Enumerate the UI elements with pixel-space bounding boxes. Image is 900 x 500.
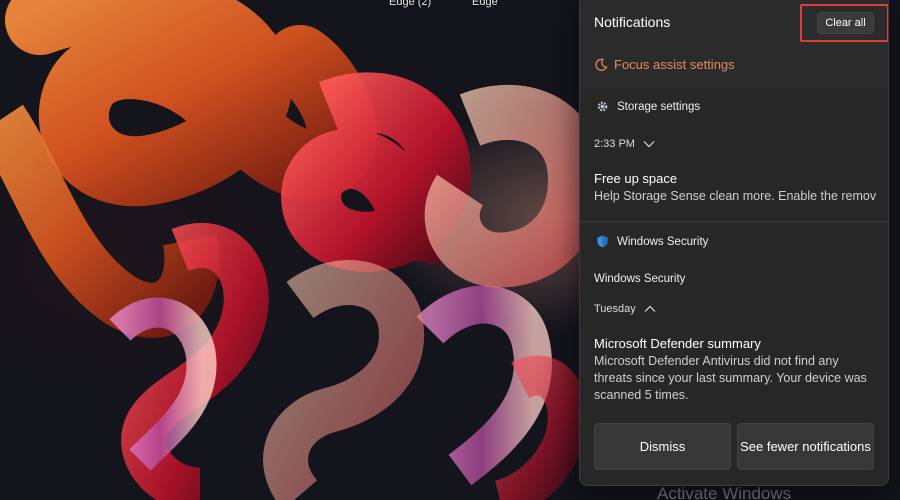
panel-header: Notifications Clear all Focus assist set… (580, 0, 888, 88)
gear-icon (597, 101, 608, 112)
chevron-up-icon (644, 305, 656, 312)
app-header-security: Windows Security (596, 235, 708, 248)
desktop-icon-label[interactable]: Edge (2) (389, 0, 431, 8)
timestamp: 2:33 PM (594, 138, 635, 150)
notification-body[interactable]: Microsoft Defender Antivirus did not fin… (594, 353, 876, 404)
clear-all-button[interactable]: Clear all (817, 12, 874, 34)
focus-assist-label: Focus assist settings (614, 57, 735, 72)
panel-title: Notifications (594, 14, 671, 30)
see-fewer-notifications-button[interactable]: See fewer notifications (737, 423, 874, 470)
app-name: Storage settings (617, 100, 701, 113)
focus-assist-link[interactable]: Focus assist settings (594, 57, 735, 72)
notification-title: Free up space (594, 171, 678, 186)
moon-icon (595, 58, 608, 71)
timestamp: Tuesday (594, 303, 636, 315)
dismiss-button[interactable]: Dismiss (594, 423, 731, 470)
chevron-down-icon (643, 141, 655, 148)
notification-center: Notifications Clear all Focus assist set… (579, 0, 889, 486)
notification-body[interactable]: Help Storage Sense clean more. Enable th… (594, 188, 888, 205)
desktop-icon-label[interactable]: Edge (472, 0, 498, 8)
notification-title: Microsoft Defender summary (594, 336, 761, 351)
notification-group-storage: Storage settings 2:33 PM Free up space H… (580, 88, 888, 222)
notification-subtitle: Windows Security (594, 273, 686, 285)
app-header-storage: Storage settings (596, 100, 700, 113)
shield-icon (597, 235, 608, 248)
timestamp-toggle[interactable]: Tuesday (594, 303, 656, 315)
app-name: Windows Security (617, 235, 709, 248)
activate-windows-watermark: Activate Windows (657, 484, 792, 500)
timestamp-toggle[interactable]: 2:33 PM (594, 138, 655, 150)
